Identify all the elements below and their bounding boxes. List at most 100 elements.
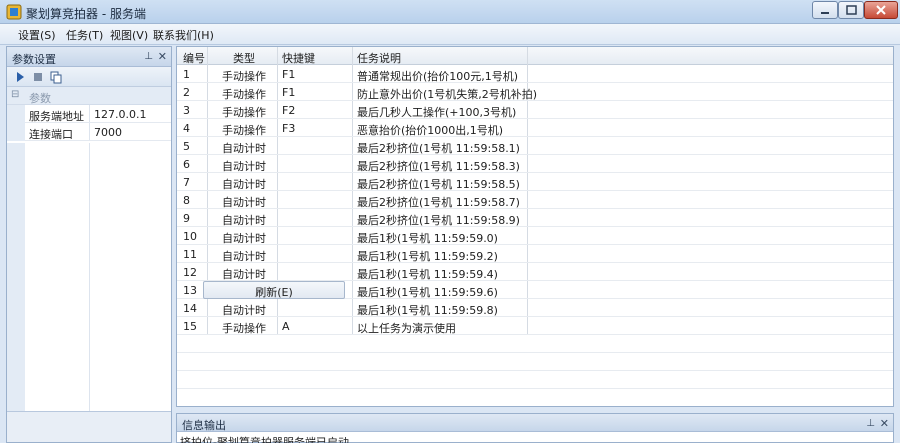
cell-type: 自动计时 — [222, 232, 266, 245]
grid-header: 编号 类型 快捷键 任务说明 — [177, 47, 893, 66]
cell-type: 自动计时 — [222, 142, 266, 155]
cell-number: 13 — [183, 284, 197, 297]
property-name: 连接端口 — [29, 128, 73, 141]
pin-icon[interactable]: ⊥ — [144, 51, 153, 62]
table-row[interactable]: 11 自动计时 最后1秒(1号机 11:59:59.2) — [177, 245, 893, 263]
cell-shortcut: F3 — [282, 122, 296, 135]
cell-type: 自动计时 — [222, 268, 266, 281]
maximize-button[interactable] — [838, 1, 864, 19]
stop-icon[interactable] — [31, 70, 45, 84]
cell-description: 最后1秒(1号机 11:59:59.2) — [357, 250, 498, 263]
cell-description: 最后2秒挤位(1号机 11:59:58.3) — [357, 160, 520, 173]
cell-description: 普通常规出价(抬价100元,1号机) — [357, 70, 519, 83]
cell-type: 手动操作 — [222, 322, 266, 335]
task-grid: 编号 类型 快捷键 任务说明 1 手动操作 F1 普通常规出价(抬价100元,1号机)… — [176, 46, 894, 407]
menu-tasks[interactable]: 任务(T) — [66, 27, 103, 43]
property-row-port[interactable]: 连接端口 7000 — [7, 123, 171, 141]
property-value[interactable]: 7000 — [94, 126, 122, 139]
params-toolbar — [7, 67, 171, 87]
play-icon[interactable] — [13, 70, 27, 84]
property-gutter — [7, 123, 25, 141]
cell-type: 手动操作 — [222, 106, 266, 119]
menu-contact[interactable]: 联系我们(H) — [153, 27, 214, 43]
table-row[interactable]: 6 自动计时 最后2秒挤位(1号机 11:59:58.3) — [177, 155, 893, 173]
maximize-icon — [846, 5, 857, 15]
collapse-icon[interactable]: ⊟ — [11, 89, 19, 100]
menu-settings[interactable]: 设置(S) — [18, 27, 56, 43]
property-row-server-address[interactable]: 服务端地址 127.0.0.1 — [7, 105, 171, 123]
cell-description: 最后2秒挤位(1号机 11:59:58.9) — [357, 214, 520, 227]
header-type[interactable]: 类型 — [233, 50, 255, 66]
panel-close-icon[interactable]: ✕ — [158, 50, 167, 63]
property-gutter — [7, 105, 25, 123]
table-row[interactable]: 4 手动操作 F3 恶意抬价(抬价1000出,1号机) — [177, 119, 893, 137]
output-panel-header: 信息输出 ⊥ ✕ — [177, 414, 893, 432]
table-row[interactable]: 10 自动计时 最后1秒(1号机 11:59:59.0) — [177, 227, 893, 245]
cell-description: 最后1秒(1号机 11:59:59.6) — [357, 286, 498, 299]
cell-shortcut: F1 — [282, 68, 296, 81]
cell-shortcut: A — [282, 320, 290, 333]
empty-row — [177, 371, 893, 389]
pin-icon[interactable]: ⊥ — [866, 418, 875, 429]
cell-type: 自动计时 — [222, 160, 266, 173]
cell-description: 最后1秒(1号机 11:59:59.8) — [357, 304, 498, 317]
output-text: 挤拍位-聚划算竞拍器服务端已启动。 — [180, 436, 360, 443]
header-number[interactable]: 编号 — [183, 50, 205, 66]
table-row[interactable]: 3 手动操作 F2 最后几秒人工操作(+100,3号机) — [177, 101, 893, 119]
cell-description: 恶意抬价(抬价1000出,1号机) — [357, 124, 504, 137]
cell-type: 手动操作 — [222, 124, 266, 137]
panel-close-icon[interactable]: ✕ — [880, 417, 889, 430]
cell-number: 3 — [183, 104, 190, 117]
cell-number: 11 — [183, 248, 197, 261]
close-window-button[interactable] — [864, 1, 898, 19]
cell-description: 以上任务为演示使用 — [357, 322, 456, 335]
cell-description: 最后2秒挤位(1号机 11:59:58.7) — [357, 196, 520, 209]
menu-view[interactable]: 视图(V) — [110, 27, 148, 43]
property-gutter-fill — [7, 143, 25, 413]
cell-number: 5 — [183, 140, 190, 153]
table-row[interactable]: 1 手动操作 F1 普通常规出价(抬价100元,1号机) — [177, 65, 893, 83]
table-row[interactable]: 5 自动计时 最后2秒挤位(1号机 11:59:58.1) — [177, 137, 893, 155]
empty-row — [177, 389, 893, 406]
header-shortcut[interactable]: 快捷键 — [282, 50, 315, 66]
cell-description: 最后几秒人工操作(+100,3号机) — [357, 106, 517, 119]
table-row[interactable]: 7 自动计时 最后2秒挤位(1号机 11:59:58.5) — [177, 173, 893, 191]
property-category-label: 参数 — [29, 92, 51, 105]
window-title: 聚划算竞拍器 - 服务端 — [26, 7, 146, 21]
title-bar: 聚划算竞拍器 - 服务端 — [0, 0, 900, 24]
cell-description: 最后2秒挤位(1号机 11:59:58.1) — [357, 142, 520, 155]
table-row[interactable]: 8 自动计时 最后2秒挤位(1号机 11:59:58.7) — [177, 191, 893, 209]
table-row[interactable]: 2 手动操作 F1 防止意外出价(1号机失策,2号机补拍) — [177, 83, 893, 101]
params-panel: 参数设置 ⊥ ✕ ⊟ 参数 服务端地址 127.0.0.1 连接端口 7000 — [6, 46, 172, 443]
property-category[interactable]: ⊟ 参数 — [7, 87, 171, 105]
table-row[interactable]: 14 自动计时 最后1秒(1号机 11:59:59.8) — [177, 299, 893, 317]
close-icon — [876, 5, 886, 15]
copy-icon[interactable] — [49, 70, 63, 84]
cell-description: 最后2秒挤位(1号机 11:59:58.5) — [357, 178, 520, 191]
cell-type: 自动计时 — [222, 214, 266, 227]
cell-number: 15 — [183, 320, 197, 333]
cell-description: 最后1秒(1号机 11:59:59.0) — [357, 232, 498, 245]
cell-shortcut: F1 — [282, 86, 296, 99]
cell-description: 最后1秒(1号机 11:59:59.4) — [357, 268, 498, 281]
output-panel: 信息输出 ⊥ ✕ 挤拍位-聚划算竞拍器服务端已启动。 — [176, 413, 894, 443]
cell-type: 手动操作 — [222, 70, 266, 83]
cell-type: 自动计时 — [222, 250, 266, 263]
header-description[interactable]: 任务说明 — [357, 50, 401, 66]
table-row[interactable]: 15 手动操作 A 以上任务为演示使用 — [177, 317, 893, 335]
params-panel-title: 参数设置 — [12, 53, 56, 66]
output-panel-title: 信息输出 — [182, 419, 226, 432]
cell-number: 2 — [183, 86, 190, 99]
property-divider — [89, 105, 90, 122]
property-value[interactable]: 127.0.0.1 — [94, 108, 146, 121]
cell-number: 10 — [183, 230, 197, 243]
cell-type: 自动计时 — [222, 196, 266, 209]
minimize-button[interactable] — [812, 1, 838, 19]
table-row[interactable]: 12 自动计时 最后1秒(1号机 11:59:59.4) — [177, 263, 893, 281]
app-icon — [6, 4, 22, 20]
empty-row — [177, 353, 893, 371]
table-row[interactable]: 9 自动计时 最后2秒挤位(1号机 11:59:58.9) — [177, 209, 893, 227]
property-description-area — [7, 411, 171, 442]
refresh-button[interactable]: 刷新(E) — [203, 281, 345, 299]
cell-number: 7 — [183, 176, 190, 189]
